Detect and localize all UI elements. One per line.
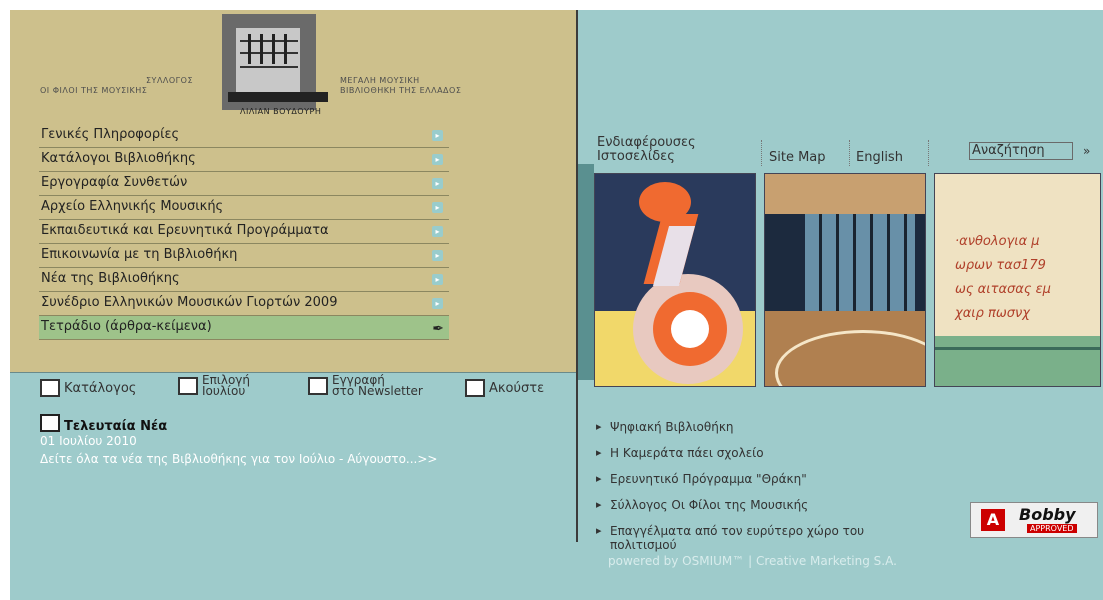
menu-item-programs[interactable]: Εκπαιδευτικά και Ερευνητικά Προγράμματα ▸ <box>39 220 449 244</box>
arrow-right-icon: ▸ <box>432 298 443 309</box>
menu-item-composers[interactable]: Εργογραφία Συνθετών ▸ <box>39 172 449 196</box>
arrow-right-icon: ▸ <box>432 274 443 285</box>
menu-item-archive[interactable]: Αρχείο Ελληνικής Μουσικής ▸ <box>39 196 449 220</box>
link-friends-of-music[interactable]: Σύλλογος Οι Φίλοι της Μουσικής <box>596 498 976 512</box>
news-date: 01 Ιουλίου 2010 <box>40 434 137 448</box>
menu-item-catalogs[interactable]: Κατάλογοι Βιβλιοθήκης ▸ <box>39 148 449 172</box>
logo-text-bottom: ΛΙΛΙΑΝ ΒΟΥΔΟΥΡΗ <box>240 107 322 116</box>
logo-text-left-1: ΣΥΛΛΟΓΟΣ <box>146 76 193 85</box>
news-icon <box>40 414 60 432</box>
left-panel: ΣΥΛΛΟΓΟΣ ΟΙ ΦΙΛΟΙ ΤΗΣ ΜΟΥΣΙΚΗΣ ΜΕΓΑΛΗ ΜΟ… <box>10 10 576 372</box>
bobby-badge[interactable]: A Bobby APPROVED <box>970 502 1098 538</box>
interesting-sites-link[interactable]: Ενδιαφέρουσες Ιστοσελίδες <box>597 136 696 164</box>
logo-text-right-1: ΜΕΓΑΛΗ ΜΟΥΣΙΚΗ <box>340 76 420 85</box>
top-nav: Ενδιαφέρουσες Ιστοσελίδες Site Map Englis… <box>597 136 1097 176</box>
menu-item-general-info[interactable]: Γενικές Πληροφορίες ▸ <box>39 124 449 148</box>
main-menu: Γενικές Πληροφορίες ▸ Κατάλογοι Βιβλιοθήκ… <box>39 124 449 340</box>
catalog-icon <box>40 379 60 397</box>
menu-item-conference[interactable]: Συνέδριο Ελληνικών Μουσικών Γιορτών 2009… <box>39 292 449 316</box>
menu-item-notebook[interactable]: Τετράδιο (άρθρα-κείμενα) ✒ <box>39 316 449 340</box>
menu-item-news[interactable]: Νέα της Βιβλιοθήκης ▸ <box>39 268 449 292</box>
logo-bar <box>228 92 328 102</box>
toolbar: Κατάλογος Επιλογή Ιουλίου Εγγραφή στο News… <box>10 372 576 403</box>
newsletter-icon <box>308 377 328 395</box>
search-go-button[interactable]: » <box>1083 144 1090 158</box>
page: ΣΥΛΛΟΓΟΣ ΟΙ ΦΙΛΟΙ ΤΗΣ ΜΟΥΣΙΚΗΣ ΜΕΓΑΛΗ ΜΟ… <box>10 10 1103 600</box>
library-lobby-image[interactable] <box>764 173 926 387</box>
arrow-right-icon: ▸ <box>432 178 443 189</box>
link-professions[interactable]: Επαγγέλματα από τον ευρύτερο χώρο του πο… <box>596 524 910 552</box>
listen-button[interactable]: Ακούστε <box>465 379 544 397</box>
link-thrace-program[interactable]: Ερευνητικό Πρόγραμμα "Θράκη" <box>596 472 976 486</box>
logo-text-left-2: ΟΙ ΦΙΛΟΙ ΤΗΣ ΜΟΥΣΙΚΗΣ <box>40 86 148 95</box>
newsletter-button[interactable]: Εγγραφή στο Newsletter <box>308 374 423 397</box>
pen-icon: ✒ <box>432 321 444 337</box>
search-input[interactable]: Αναζήτηση <box>969 142 1073 160</box>
manuscript-image[interactable]: ·ανθολογια μ ωρων τασ179 ως αιτασας εμ χ… <box>934 173 1101 387</box>
treble-clef-image[interactable] <box>594 173 756 387</box>
headphones-icon <box>465 379 485 397</box>
arrow-right-icon: ▸ <box>432 250 443 261</box>
footer-credits[interactable]: powered by OSMIUM™ | Creative Marketing … <box>608 554 897 568</box>
logo-text-right-2: ΒΙΒΛΙΟΘΗΚΗ ΤΗΣ ΕΛΛΑΔΟΣ <box>340 86 462 95</box>
image-tab <box>578 164 594 380</box>
news-link[interactable]: Δείτε όλα τα νέα της Βιβλιοθήκης για τον… <box>40 452 437 466</box>
arrow-right-icon: ▸ <box>432 154 443 165</box>
catalog-button[interactable]: Κατάλογος <box>40 379 136 397</box>
sitemap-link[interactable]: Site Map <box>769 150 826 165</box>
menu-item-contact[interactable]: Επικοινωνία με τη Βιβλιοθήκη ▸ <box>39 244 449 268</box>
pick-of-month-button[interactable]: Επιλογή Ιουλίου <box>178 374 250 397</box>
news-title: Τελευταία Νέα <box>40 414 167 434</box>
links-list: Ψηφιακή Βιβλιοθήκη Η Καμεράτα πάει σχολε… <box>596 420 976 564</box>
arrow-right-icon: ▸ <box>432 202 443 213</box>
link-digital-library[interactable]: Ψηφιακή Βιβλιοθήκη <box>596 420 976 434</box>
link-camerata-school[interactable]: Η Καμεράτα πάει σχολείο <box>596 446 976 460</box>
arrow-right-icon: ▸ <box>432 226 443 237</box>
arrow-right-icon: ▸ <box>432 130 443 141</box>
checkbox-icon <box>178 377 198 395</box>
english-link[interactable]: English <box>856 150 903 165</box>
